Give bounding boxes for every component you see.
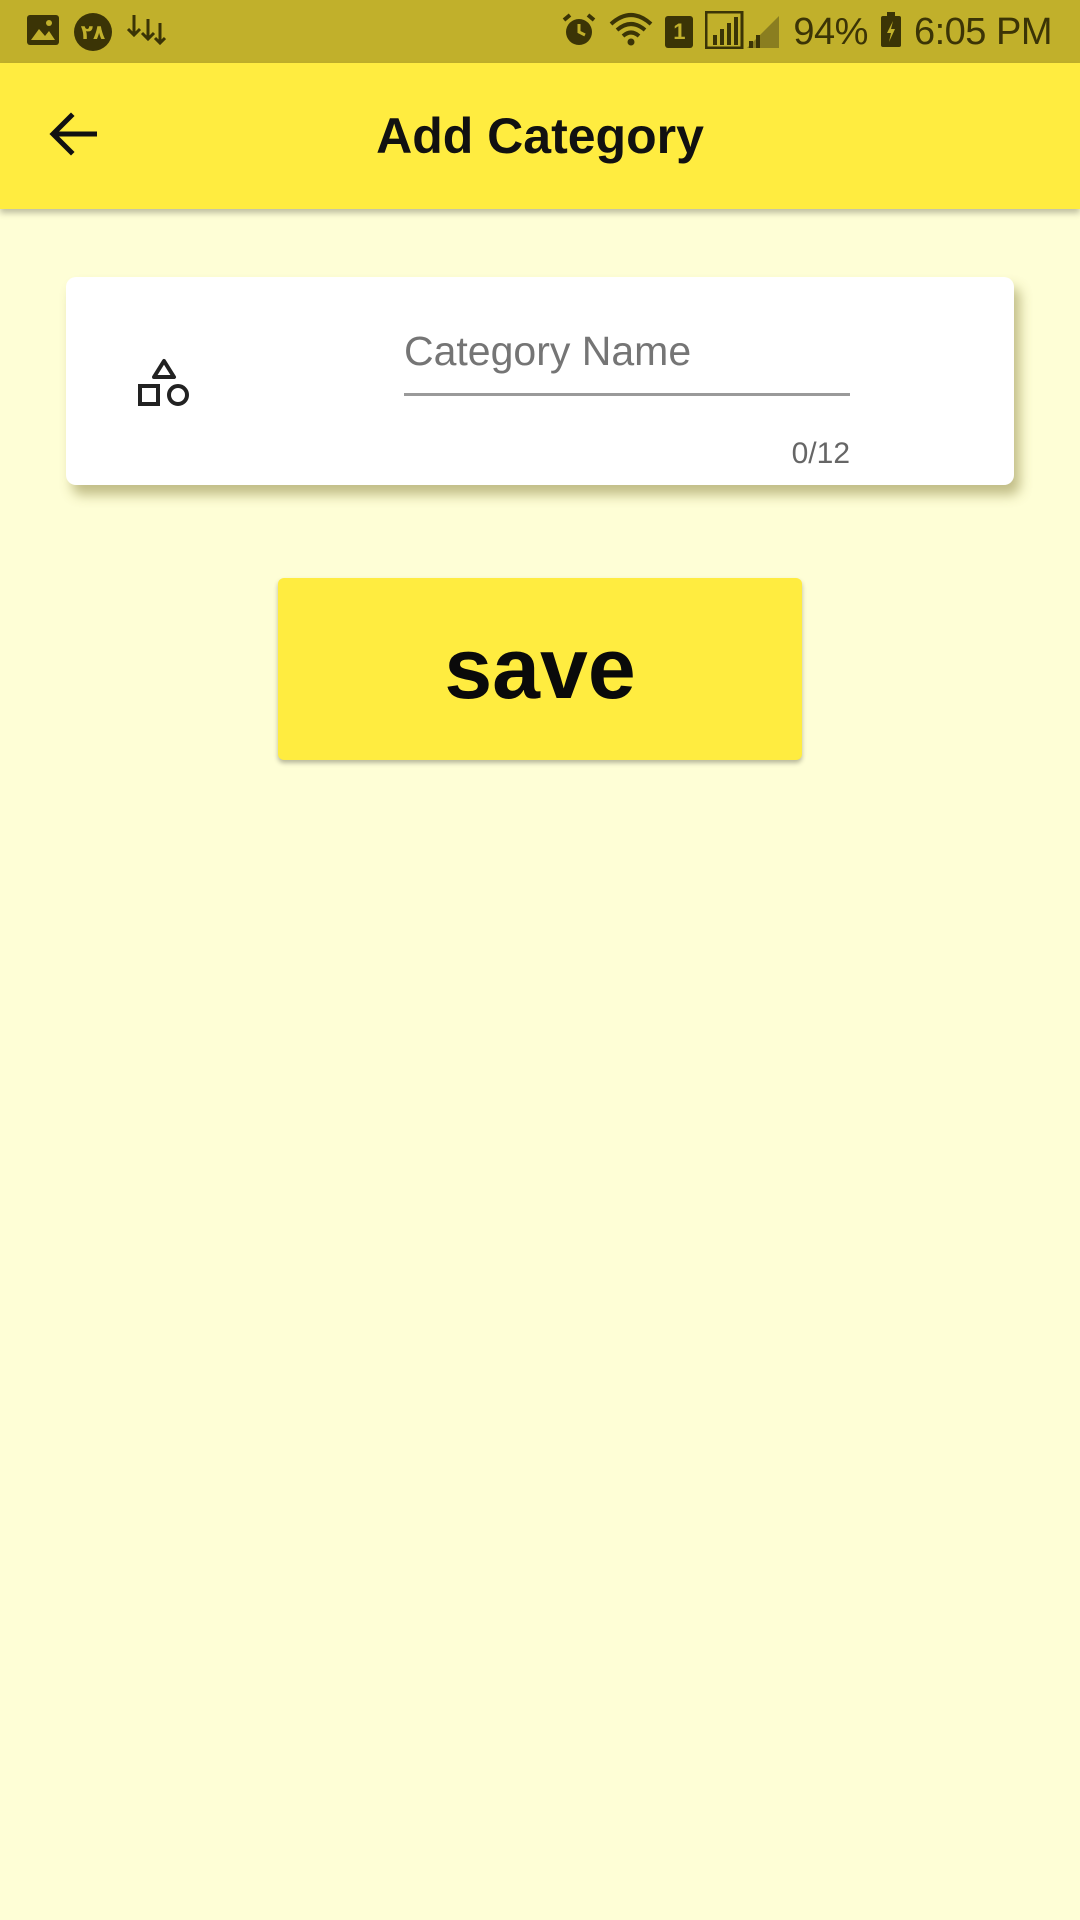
wifi-icon [609,12,653,53]
category-name-field [404,313,850,396]
signal-icon [704,10,781,54]
save-button[interactable]: save [278,578,802,760]
category-form-card: 0/12 [66,277,1014,485]
alarm-icon [561,12,597,53]
app-bar: Add Category [0,63,1080,209]
battery-icon [880,11,902,53]
category-shapes-icon [136,355,192,411]
image-icon [26,14,60,51]
status-bar-left: ۲۸ [26,12,167,52]
download-icon [126,13,167,52]
date-badge: ۲۸ [74,13,112,51]
page-title: Add Category [376,108,704,164]
sim-icon: 1 [665,16,694,48]
category-name-input[interactable] [404,313,850,389]
clock: 6:05 PM [913,10,1053,53]
battery-percent: 94% [793,10,868,53]
status-bar: ۲۸ 1 94% 6:05 PM [0,0,1080,63]
character-counter: 0/12 [791,437,850,470]
status-bar-right: 1 94% 6:05 PM [561,10,1053,54]
